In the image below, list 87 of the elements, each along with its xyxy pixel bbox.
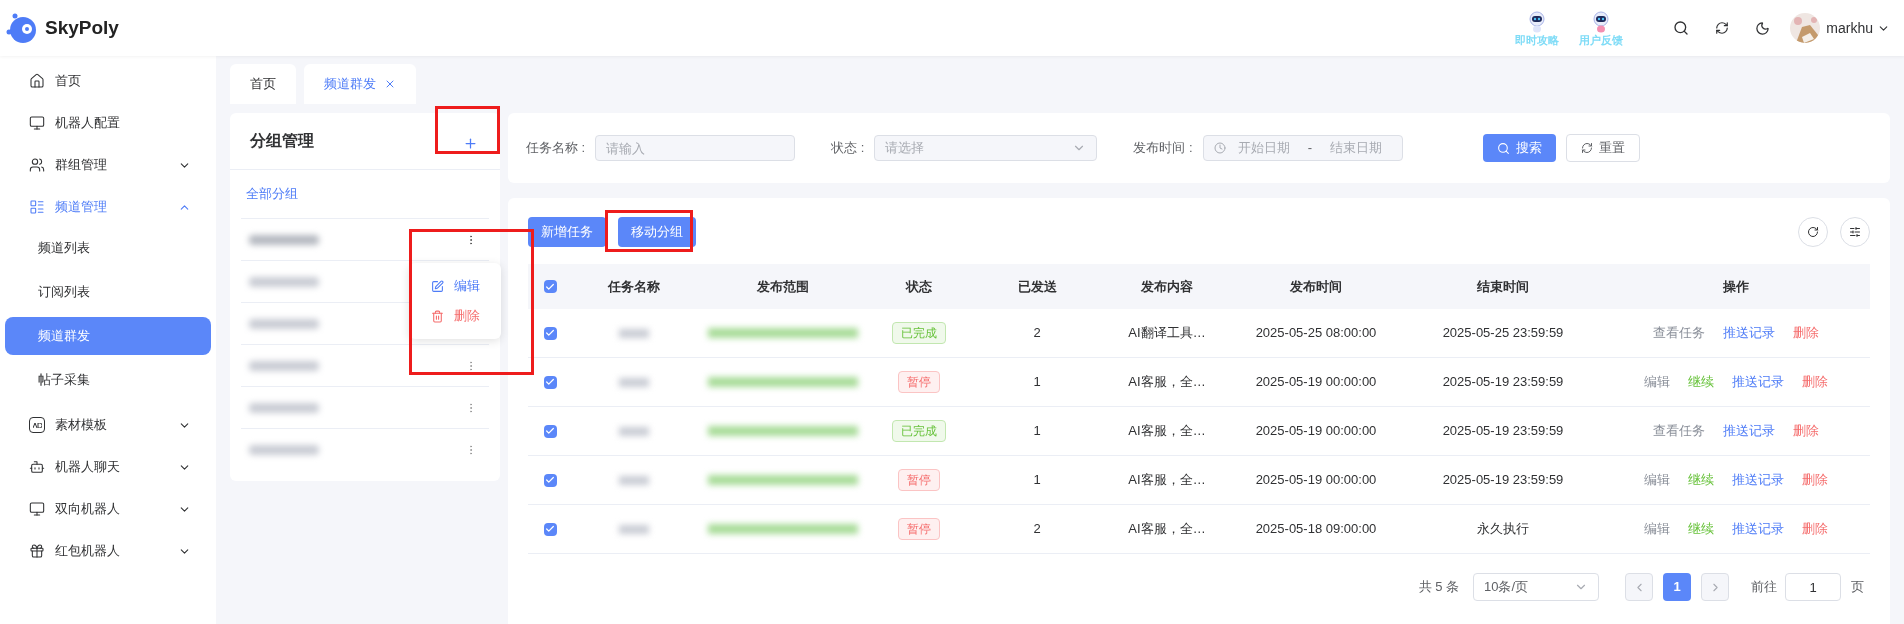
menu-item[interactable]: 素材模板 <box>5 405 211 445</box>
filter-label: 状态 : <box>831 139 865 158</box>
table-cell-text: 2025-05-19 23:59:59 <box>1442 422 1564 441</box>
action-link[interactable]: 删除 <box>1802 470 1828 490</box>
table-cell-text: 1 <box>1033 422 1041 441</box>
table-cell-text: AI翻译工具… <box>1128 324 1206 343</box>
table-cell-text: 2025-05-19 23:59:59 <box>1442 373 1564 392</box>
search-button[interactable]: 搜索 <box>1482 134 1556 162</box>
menu-item[interactable]: 频道管理 <box>5 187 211 227</box>
table-cell-text: 2 <box>1033 520 1041 539</box>
page-unit: 页 <box>1851 578 1864 597</box>
action-link[interactable]: 编辑 <box>1644 519 1670 539</box>
table-cell-text: AI客服，全… <box>1128 373 1206 392</box>
column-header: 发布时间 <box>1290 277 1342 296</box>
status-tag: 暂停 <box>898 518 940 540</box>
reset-button[interactable]: 重置 <box>1565 134 1640 162</box>
table-cell-text: AI客服，全… <box>1128 422 1206 441</box>
action-link[interactable]: 删除 <box>1802 519 1828 539</box>
user-name[interactable]: markhu <box>1826 17 1873 39</box>
filter-label: 任务名称 : <box>526 139 586 158</box>
action-link[interactable]: 查看任务 <box>1653 323 1705 343</box>
column-header: 已发送 <box>1017 277 1057 296</box>
submenu-item[interactable]: 频道群发 <box>5 317 211 355</box>
menu-option[interactable]: 编辑 <box>409 271 501 301</box>
table-cell-text: AI客服，全… <box>1128 471 1206 490</box>
status-tag: 暂停 <box>898 469 940 491</box>
table-cell-text: 2025-05-19 00:00:00 <box>1255 422 1377 441</box>
action-link[interactable]: 推送记录 <box>1732 372 1784 392</box>
column-header: 状态 <box>906 277 932 296</box>
action-link[interactable]: 继续 <box>1688 470 1714 490</box>
action-link[interactable]: 编辑 <box>1644 470 1670 490</box>
status-tag: 已完成 <box>892 322 946 344</box>
menu-item[interactable]: 群组管理 <box>5 145 211 185</box>
column-header: 发布内容 <box>1141 277 1193 296</box>
toolbar-button[interactable]: 新增任务 <box>528 217 606 247</box>
total-count: 共 5 条 <box>1418 578 1459 597</box>
all-groups-item[interactable]: 全部分组 <box>241 170 489 219</box>
column-header: 任务名称 <box>608 277 660 296</box>
panel-title: 分组管理 <box>250 131 314 151</box>
table-cell-text: 2025-05-25 08:00:00 <box>1255 324 1377 343</box>
table-cell-text: 2025-05-19 00:00:00 <box>1255 471 1377 490</box>
action-link[interactable]: 编辑 <box>1644 372 1670 392</box>
page-tab[interactable]: 首页 <box>230 64 296 104</box>
brand-name: SkyPoly <box>45 15 119 40</box>
action-link[interactable]: 推送记录 <box>1732 519 1784 539</box>
table-cell-text: 2025-05-19 00:00:00 <box>1255 373 1377 392</box>
table-cell-text: 2025-05-25 23:59:59 <box>1442 324 1564 343</box>
submenu-item[interactable]: 订阅列表 <box>5 273 211 311</box>
table-cell-text: 2 <box>1033 324 1041 343</box>
menu-item[interactable]: 红包机器人 <box>5 531 211 571</box>
action-link[interactable]: 推送记录 <box>1732 470 1784 490</box>
menu-item[interactable]: 机器人聊天 <box>5 447 211 487</box>
action-link[interactable]: 继续 <box>1688 519 1714 539</box>
status-select[interactable]: 请选择 <box>874 135 1098 161</box>
table-cell-text: 2025-05-19 23:59:59 <box>1442 471 1564 490</box>
action-link[interactable]: 推送记录 <box>1723 421 1775 441</box>
date-range-field[interactable]: 开始日期 - 结束日期 <box>1202 135 1403 161</box>
submenu-item[interactable]: 频道列表 <box>5 229 211 267</box>
action-link[interactable]: 删除 <box>1802 372 1828 392</box>
status-tag: 暂停 <box>898 371 940 393</box>
action-link[interactable]: 删除 <box>1793 421 1819 441</box>
menu-option[interactable]: 删除 <box>409 301 501 331</box>
menu-item[interactable]: 双向机器人 <box>5 489 211 529</box>
action-link[interactable]: 查看任务 <box>1653 421 1705 441</box>
filter-label: 发布时间 : <box>1133 139 1193 158</box>
table-cell-text: 1 <box>1033 373 1041 392</box>
table-cell-text: 1 <box>1033 471 1041 490</box>
goto-label: 前往 <box>1751 578 1777 597</box>
page-size-select[interactable]: 10条/页 <box>1473 573 1599 601</box>
action-link[interactable]: 继续 <box>1688 372 1714 392</box>
column-header: 结束时间 <box>1477 277 1529 296</box>
page-number-field[interactable]: 1 <box>1785 573 1841 601</box>
table-cell-text: 永久执行 <box>1477 520 1529 539</box>
table-cell-text: 2025-05-18 09:00:00 <box>1255 520 1377 539</box>
menu-item[interactable]: 首页 <box>5 61 211 101</box>
action-link[interactable]: 推送记录 <box>1723 323 1775 343</box>
menu-item[interactable]: 机器人配置 <box>5 103 211 143</box>
task-name-field[interactable]: 请输入 <box>595 135 796 161</box>
status-tag: 已完成 <box>892 420 946 442</box>
submenu-item[interactable]: 帖子采集 <box>5 361 211 399</box>
column-header: 操作 <box>1723 277 1749 296</box>
page-tab[interactable]: 频道群发 <box>304 64 416 104</box>
column-header: 发布范围 <box>757 277 809 296</box>
toolbar-button[interactable]: 移动分组 <box>618 217 696 247</box>
page-button[interactable]: 1 <box>1663 573 1691 601</box>
action-link[interactable]: 删除 <box>1793 323 1819 343</box>
table-cell-text: AI客服，全… <box>1128 520 1206 539</box>
